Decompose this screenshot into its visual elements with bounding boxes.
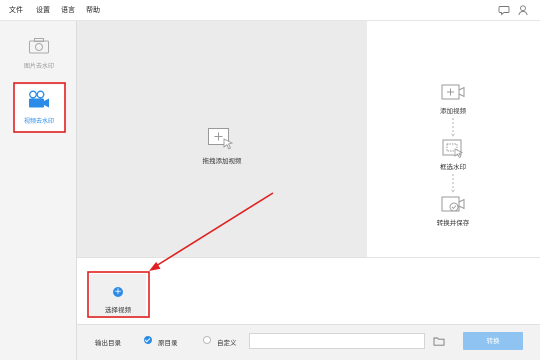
convert-button[interactable]: 转换 <box>463 332 523 350</box>
radio-original-dir[interactable] <box>144 336 152 344</box>
radio-custom-label: 自定义 <box>217 339 237 347</box>
output-dir-label: 输出目录 <box>95 339 121 347</box>
radio-original-label: 原目录 <box>158 339 178 347</box>
step-connector <box>451 173 455 195</box>
select-video-button[interactable]: + 选择视频 <box>90 274 146 318</box>
footer-bar: 输出目录 原目录 自定义 转换 <box>77 324 540 360</box>
step-convert-save: 转换并保存 <box>422 194 484 227</box>
steps-panel: 添加视频 框选水印 转换并保存 <box>367 21 540 257</box>
drop-zone[interactable]: 拖拽添加视频 <box>77 21 367 257</box>
step-label: 转换并保存 <box>436 219 470 227</box>
select-area-icon <box>442 139 464 158</box>
output-path-input[interactable] <box>249 333 425 349</box>
step-label: 框选水印 <box>440 163 466 171</box>
menu-language[interactable]: 语言 <box>61 5 75 15</box>
menu-bar: 文件 设置 语言 帮助 <box>0 0 540 21</box>
step-connector <box>451 117 455 139</box>
chat-icon[interactable] <box>498 4 510 16</box>
step-add-video: 添加视频 <box>422 82 484 115</box>
user-icon[interactable] <box>517 4 529 16</box>
folder-icon[interactable] <box>433 335 445 347</box>
add-file-icon <box>208 128 234 150</box>
menu-file[interactable]: 文件 <box>9 5 23 15</box>
menu-settings[interactable]: 设置 <box>36 5 50 15</box>
menu-help[interactable]: 帮助 <box>86 5 100 15</box>
convert-save-icon <box>441 196 465 212</box>
radio-custom-dir[interactable] <box>203 336 211 344</box>
sidebar-item-label: 视频去水印 <box>23 118 54 125</box>
sidebar-item-label: 图片去水印 <box>23 63 54 70</box>
photo-camera-icon <box>29 38 49 54</box>
main-area: 拖拽添加视频 添加视频 框选水印 转换并保存 <box>77 21 540 257</box>
plus-icon: + <box>113 287 123 297</box>
sidebar-item-image-watermark[interactable]: 图片去水印 <box>13 33 65 79</box>
video-camera-icon <box>29 90 49 108</box>
drop-label: 拖拽添加视频 <box>202 157 242 165</box>
add-video-icon <box>441 84 465 100</box>
sidebar-item-video-watermark[interactable]: 视频去水印 <box>13 85 65 131</box>
select-video-label: 选择视频 <box>105 306 131 314</box>
step-select-watermark: 框选水印 <box>422 138 484 171</box>
step-label: 添加视频 <box>440 107 466 115</box>
sidebar: 图片去水印 视频去水印 <box>0 21 77 360</box>
thumbnail-strip: + 选择视频 <box>77 257 540 324</box>
